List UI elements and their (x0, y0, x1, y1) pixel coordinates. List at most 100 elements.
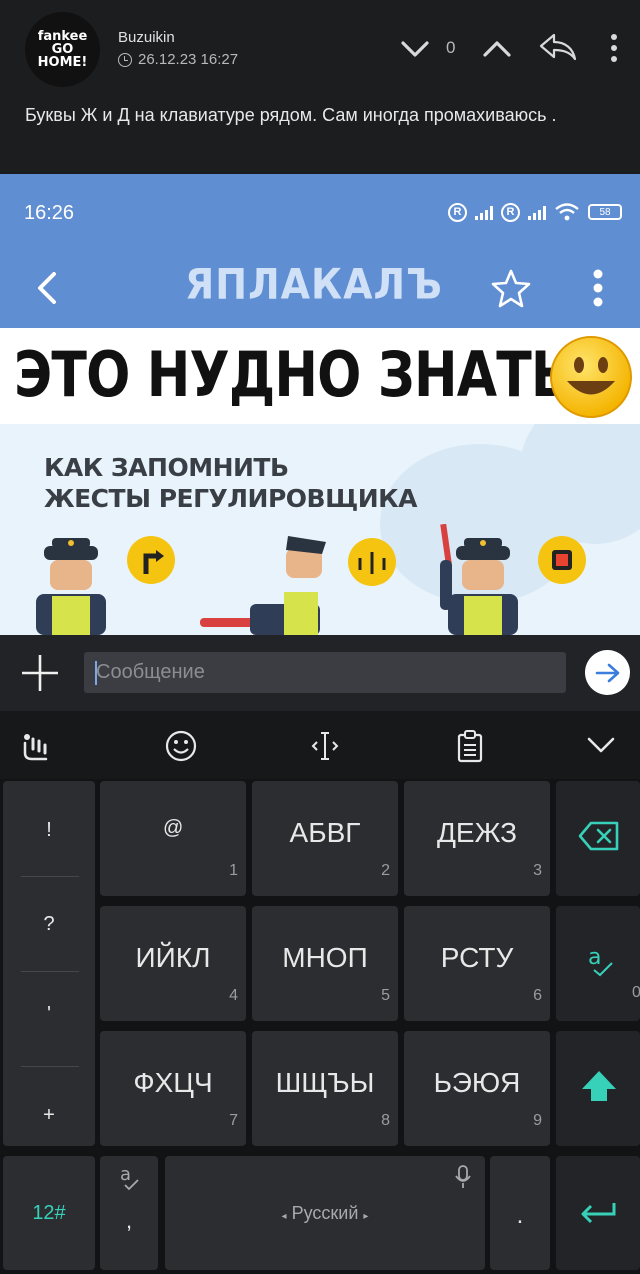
key-number: 4 (229, 987, 238, 1004)
left-arrow-icon: ◂ (281, 1211, 287, 1222)
emoji-icon[interactable] (164, 729, 198, 763)
key-number: 8 (381, 1112, 390, 1129)
microphone-icon (455, 1165, 471, 1188)
keyboard-toolbar (0, 711, 640, 779)
language-label: Русский (291, 1203, 359, 1223)
clipboard-icon[interactable] (456, 729, 484, 763)
chevron-down-icon[interactable] (586, 729, 616, 763)
key-apostrophe[interactable]: ' (3, 1003, 95, 1026)
reply-icon[interactable] (538, 32, 578, 62)
key-7[interactable]: ФХЦЧ 7 (100, 1031, 246, 1146)
avatar-line-3: HOME! (37, 55, 88, 71)
period-key[interactable]: . (490, 1156, 550, 1270)
key-label: ШЩЪЫ (275, 1067, 375, 1098)
embedded-banner: ЭТО НУДНО ЗНАТЬ! (0, 328, 640, 424)
shift-key[interactable] (556, 1031, 640, 1146)
smiley-emoji-icon (550, 336, 632, 418)
divider (21, 876, 79, 877)
key-label: АБВГ (289, 817, 361, 848)
post-text: Буквы Ж и Д на клавиатуре рядом. Сам ино… (25, 105, 557, 125)
key-label: ДЕЖЗ (436, 817, 518, 848)
back-arrow-icon (38, 272, 56, 304)
embedded-status-icons: R R 58 (448, 202, 622, 222)
avatar-line-2: GO (51, 41, 74, 57)
vote-down-icon[interactable] (400, 34, 430, 64)
key-number: 7 (229, 1112, 238, 1129)
wifi-icon (555, 203, 579, 221)
banner-text: ЭТО НУДНО ЗНАТЬ! (14, 338, 594, 411)
message-composer (0, 635, 640, 711)
spellcheck-key[interactable]: a 0 (556, 906, 640, 1021)
key-plus[interactable]: + (3, 1104, 95, 1127)
embedded-app-bar: ЯПЛАКАЛЪ (0, 252, 640, 328)
vote-up-icon[interactable] (482, 34, 512, 64)
embedded-status-bar: 16:26 R R 58 (0, 174, 640, 252)
key-label: ЬЭЮЯ (433, 1067, 521, 1098)
key-question[interactable]: ? (3, 913, 95, 936)
key-2[interactable]: АБВГ 2 (252, 781, 398, 896)
post-timestamp: 26.12.23 16:27 (118, 51, 238, 68)
battery-icon: 58 (588, 204, 622, 220)
svg-text:a: a (588, 945, 601, 970)
key-label: РСТУ (440, 942, 514, 973)
traffic-officers-illustration (36, 524, 586, 635)
space-label: ◂ Русский ▸ (165, 1203, 485, 1224)
key-number: 2 (381, 862, 390, 879)
avatar[interactable]: fankee GO HOME! (25, 12, 100, 87)
backspace-icon (578, 821, 619, 851)
key-exclamation[interactable]: ! (3, 819, 95, 842)
symbols-mode-key[interactable]: 12# (3, 1156, 95, 1270)
key-1[interactable]: @ 1 (100, 781, 246, 896)
comma-label: , (125, 1208, 133, 1233)
text-cursor-icon[interactable] (310, 729, 340, 763)
send-button[interactable] (585, 650, 630, 695)
enter-key[interactable] (556, 1156, 640, 1270)
avatar-line-1: fankee (37, 28, 88, 44)
key-number: 3 (533, 862, 542, 879)
swype-logo-icon[interactable] (20, 729, 54, 763)
plus-icon[interactable] (20, 653, 60, 693)
key-9[interactable]: ЬЭЮЯ 9 (404, 1031, 550, 1146)
message-input[interactable] (84, 652, 566, 693)
key-5[interactable]: МНОП 5 (252, 906, 398, 1021)
comma-key[interactable]: a , (100, 1156, 158, 1270)
embedded-logo: ЯПЛАКАЛЪ (185, 259, 443, 309)
star-icon (491, 269, 531, 308)
roaming-icon: R (448, 202, 467, 222)
space-key[interactable]: ◂ Русский ▸ (165, 1156, 485, 1270)
send-arrow-icon (595, 663, 619, 682)
signal-icon (475, 204, 493, 220)
clock-icon (118, 52, 132, 67)
vote-count: 0 (446, 38, 456, 57)
traffic-illustration: КАК ЗАПОМНИТЬ ЖЕСТЫ РЕГУЛИРОВЩИКА (0, 424, 640, 635)
timestamp-text: 26.12.23 16:27 (138, 51, 239, 68)
shift-arrow-icon (582, 1071, 616, 1101)
key-number: 9 (533, 1112, 542, 1129)
embedded-more-icon (593, 269, 603, 307)
divider (21, 1066, 79, 1067)
key-number: 5 (381, 987, 390, 1004)
key-number: 1 (229, 862, 238, 879)
key-4[interactable]: ИЙКЛ 4 (100, 906, 246, 1021)
key-label: МНОП (282, 942, 368, 973)
signal-icon-2 (528, 204, 546, 220)
roaming-icon-2: R (501, 202, 520, 222)
text-cursor (95, 661, 97, 685)
username[interactable]: Buzuikin (118, 29, 175, 46)
spellcheck-small-icon: a (120, 1164, 139, 1191)
divider (21, 971, 79, 972)
embedded-time: 16:26 (24, 202, 75, 224)
backspace-key[interactable] (556, 781, 640, 896)
period-label: . (516, 1202, 524, 1229)
right-arrow-icon: ▸ (363, 1211, 369, 1222)
key-8[interactable]: ШЩЪЫ 8 (252, 1031, 398, 1146)
key-6[interactable]: РСТУ 6 (404, 906, 550, 1021)
illustration-title: КАК ЗАПОМНИТЬ ЖЕСТЫ РЕГУЛИРОВЩИКА (44, 453, 417, 513)
key-3[interactable]: ДЕЖЗ 3 (404, 781, 550, 896)
more-vertical-icon[interactable] (609, 33, 619, 63)
punctuation-column[interactable]: ! ? ' + (3, 781, 95, 1146)
key-label: ФХЦЧ (133, 1067, 213, 1098)
post-image[interactable]: 16:26 R R 58 ЯПЛАКАЛЪ ЭТО НУДНО ЗНАТЬ! К… (0, 174, 640, 635)
post-header: fankee GO HOME! Buzuikin 26.12.23 16:27 … (0, 0, 640, 172)
key-label: @ (163, 817, 184, 839)
